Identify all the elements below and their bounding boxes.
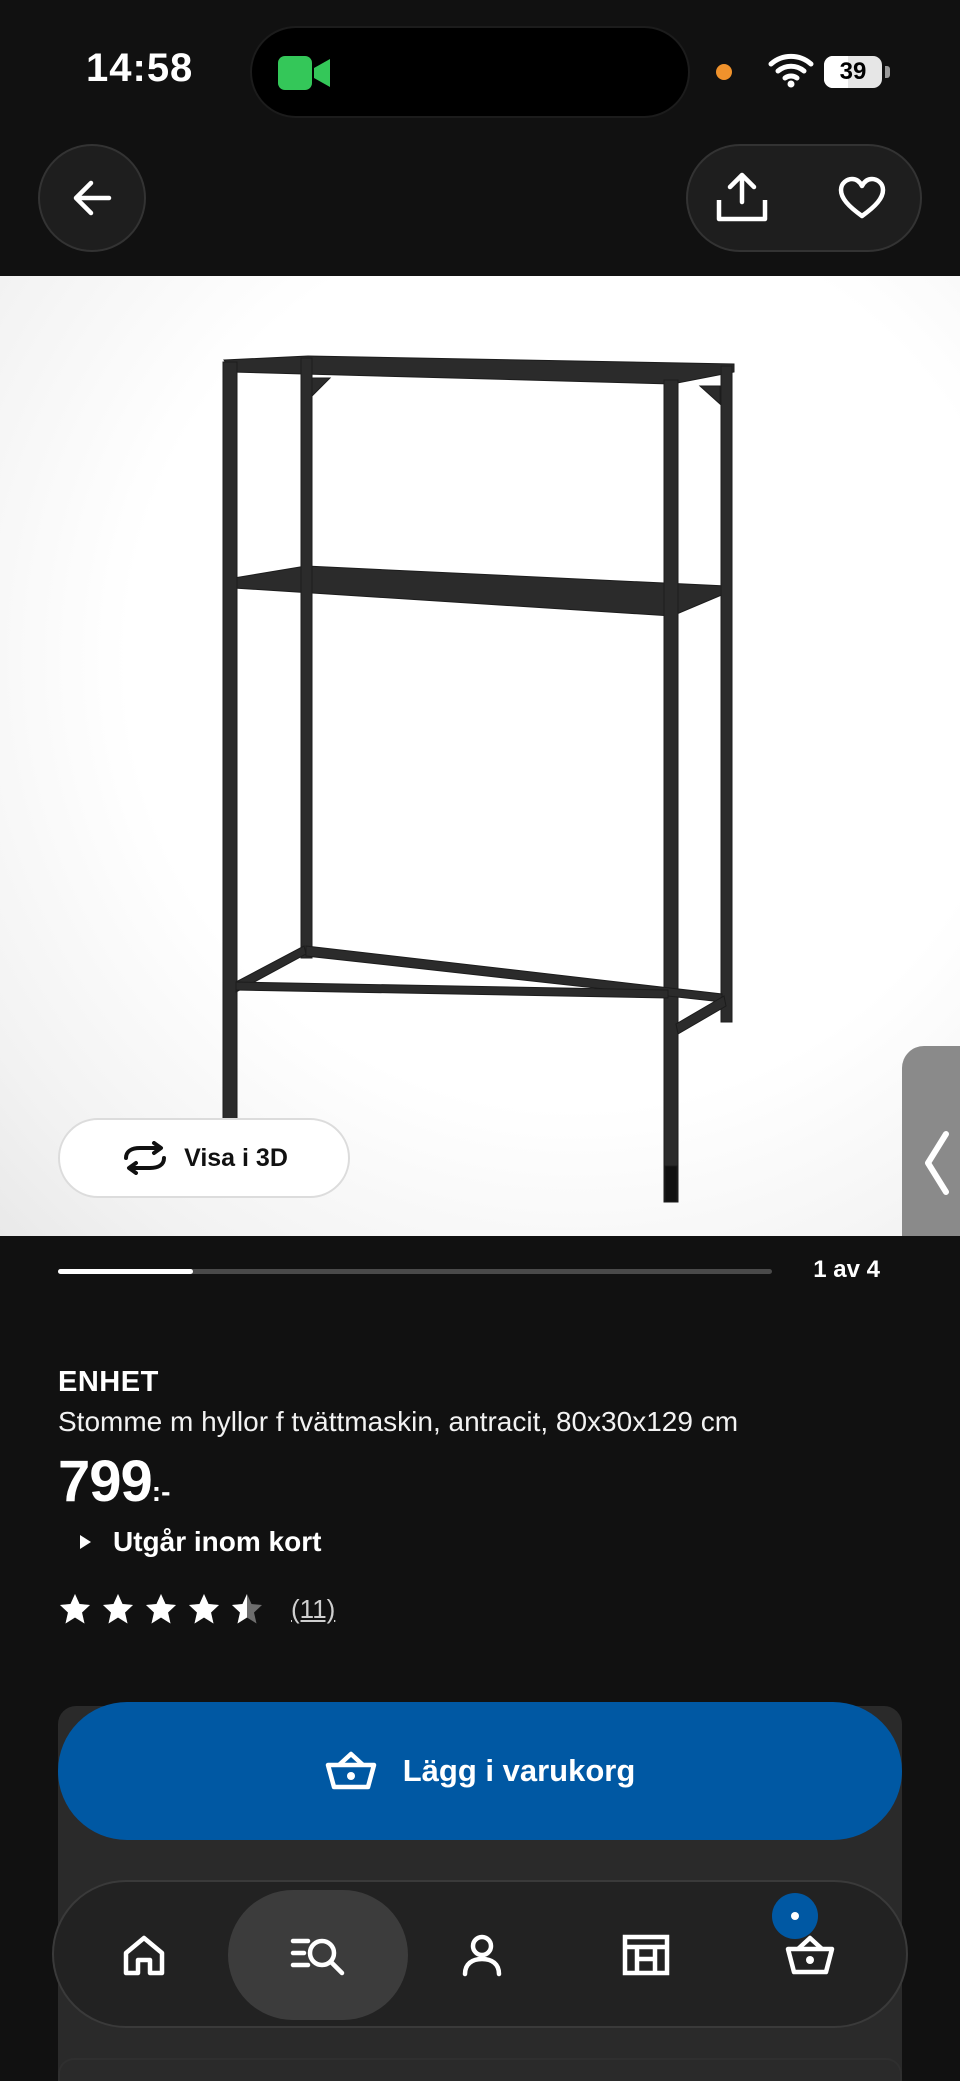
- status-time: 14:58: [86, 46, 194, 90]
- star-icon: [232, 1594, 262, 1624]
- availability-text: Utgår inom kort: [113, 1526, 322, 1557]
- dynamic-island: [250, 26, 690, 118]
- tab-profile[interactable]: [392, 1890, 572, 2020]
- wifi-icon: [768, 53, 814, 88]
- image-counter: 1 av 4: [813, 1256, 880, 1283]
- basket-icon: [785, 1935, 835, 1975]
- product-rating[interactable]: (11): [58, 1592, 335, 1626]
- disclosure-triangle-icon: [80, 1535, 91, 1549]
- battery-level-text: 39: [839, 58, 867, 85]
- carousel-progress-fill: [58, 1269, 193, 1274]
- battery-indicator: 39: [824, 56, 890, 88]
- view-3d-button[interactable]: Visa i 3D: [58, 1118, 350, 1198]
- side-panel-tab[interactable]: [902, 1046, 960, 1236]
- product-price: 799:-: [58, 1448, 170, 1515]
- camera-indicator-icon: [278, 56, 330, 90]
- profile-icon: [462, 1934, 502, 1977]
- add-to-cart-label: Lägg i varukorg: [402, 1753, 636, 1788]
- chevron-left-icon: [925, 1131, 949, 1195]
- availability-toggle[interactable]: Utgår inom kort: [80, 1526, 321, 1558]
- status-bar: 14:58 39: [0, 0, 960, 140]
- store-icon: [622, 1934, 670, 1976]
- star-icon: [146, 1594, 176, 1624]
- heart-icon[interactable]: [838, 176, 886, 220]
- star-icon: [60, 1594, 90, 1624]
- shelf-unit-image: [222, 355, 735, 1203]
- product-name: ENHET: [58, 1366, 159, 1398]
- view-3d-label: Visa i 3D: [184, 1143, 288, 1172]
- star-icon: [189, 1594, 219, 1624]
- back-button[interactable]: [38, 144, 146, 252]
- price-suffix: :-: [151, 1476, 171, 1507]
- home-icon: [123, 1935, 165, 1976]
- cart-badge: [772, 1893, 818, 1939]
- next-section-edge: [58, 2058, 902, 2081]
- product-image[interactable]: Visa i 3D: [0, 276, 960, 1236]
- rotate-icon: [124, 1141, 167, 1175]
- privacy-indicator: [716, 64, 732, 80]
- product-description: Stomme m hyllor f tvättmaskin, antracit,…: [58, 1406, 739, 1437]
- add-to-cart-button[interactable]: Lägg i varukorg: [58, 1702, 902, 1840]
- search-icon: [290, 1938, 345, 1976]
- carousel-progress: [58, 1269, 772, 1274]
- star-icon: [103, 1594, 133, 1624]
- product-actions: [686, 144, 922, 252]
- tab-home[interactable]: [54, 1890, 234, 2020]
- share-icon[interactable]: [714, 172, 770, 224]
- tab-search[interactable]: [228, 1890, 408, 2020]
- review-count-link[interactable]: (11): [291, 1594, 335, 1625]
- rating-stars: [58, 1592, 264, 1626]
- basket-icon: [325, 1751, 376, 1790]
- arrow-left-icon: [73, 180, 112, 216]
- price-amount: 799: [58, 1449, 153, 1514]
- tab-stores[interactable]: [556, 1890, 736, 2020]
